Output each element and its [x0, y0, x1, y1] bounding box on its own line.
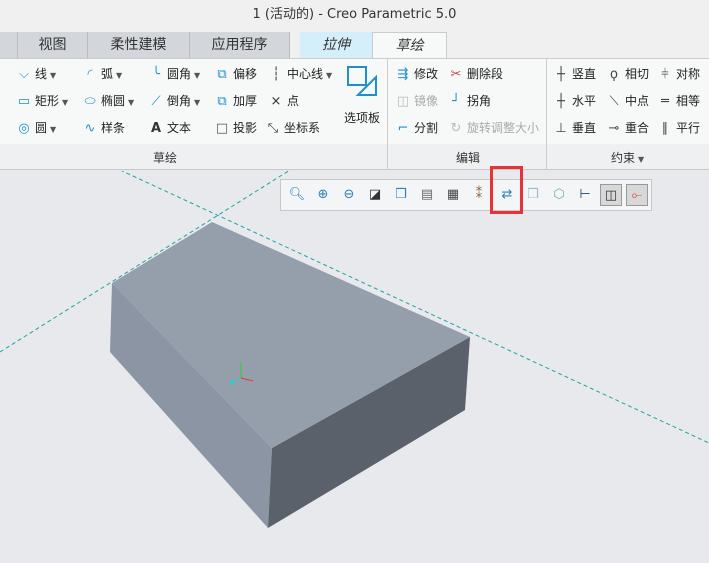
arc-icon: ◜	[87, 67, 93, 82]
repaint-icon[interactable]: ◪	[364, 184, 386, 206]
project-button[interactable]: □ 投影	[214, 117, 257, 139]
delete-segment-button[interactable]: ✂ 删除段	[448, 63, 503, 85]
display-style-icon[interactable]: ❒	[390, 184, 412, 206]
rectangle-icon: ▭	[17, 94, 31, 109]
centerline-button[interactable]: ┆ 中心线 ▼	[268, 63, 332, 85]
tangent-icon: ϙ	[610, 67, 618, 82]
circle-icon: ◎	[18, 121, 30, 136]
corner-button[interactable]: ┘ 拐角	[448, 90, 491, 112]
line-button[interactable]: ⌵ 线 ▼	[16, 63, 56, 85]
parallel-constraint[interactable]: ∥ 平行	[657, 117, 700, 139]
view-manager-icon[interactable]: ▦	[442, 184, 464, 206]
corner-icon: ┘	[452, 94, 460, 109]
point-button[interactable]: × 点	[268, 90, 299, 112]
divider	[387, 58, 388, 170]
text-icon: A	[150, 121, 162, 136]
horizontal-constraint[interactable]: ┼ 水平	[553, 90, 596, 112]
shading-icon[interactable]: ❒	[522, 184, 544, 206]
group-constrain-dropdown[interactable]: 约束 ▼	[611, 149, 644, 166]
midpoint-icon: ⟍	[609, 94, 619, 109]
modify-button[interactable]: ⇶ 修改	[395, 63, 438, 85]
equal-constraint[interactable]: ═ 相等	[657, 90, 700, 112]
zoom-in-icon[interactable]: ⊕	[312, 184, 334, 206]
divide-icon: ⌐	[397, 121, 409, 136]
parallel-icon: ∥	[661, 121, 669, 136]
vertical-icon: ┼	[557, 67, 565, 82]
ellipse-button[interactable]: ⬭ 椭圆 ▼	[82, 90, 134, 112]
spline-button[interactable]: ∿ 样条	[82, 117, 125, 139]
wireframe-icon[interactable]: ⬡	[548, 184, 570, 206]
tab-sketch[interactable]: 草绘	[372, 32, 447, 60]
rotate-resize-button[interactable]: ↻ 旋转调整大小	[448, 117, 539, 139]
coincident-icon: ⊸	[608, 121, 620, 136]
ellipse-icon: ⬭	[84, 94, 96, 109]
fillet-icon: ╰	[152, 67, 160, 82]
divide-button[interactable]: ⌐ 分割	[395, 117, 438, 139]
tab-blank	[0, 32, 18, 59]
view-toolbar: 🔍︎ ⊕ ⊖ ◪ ❒ ▤ ▦ ⁑ ⇄ ❒ ⬡ ⊢ ◫ ⟜	[280, 179, 652, 211]
rotate-resize-icon: ↻	[450, 121, 462, 136]
tab-applications[interactable]: 应用程序	[190, 32, 290, 59]
group-sketch-label: 草绘	[153, 151, 178, 165]
symmetric-constraint[interactable]: ⫩ 对称	[657, 63, 700, 85]
constraint-display-icon[interactable]: ⟜	[626, 184, 648, 206]
arc-button[interactable]: ◜ 弧 ▼	[82, 63, 122, 85]
palette-button[interactable]: 选项板	[342, 63, 384, 125]
point-icon: ×	[270, 94, 282, 109]
tab-view[interactable]: 视图	[18, 32, 88, 59]
highlight-box	[490, 166, 523, 214]
tangent-constraint[interactable]: ϙ 相切	[606, 63, 649, 85]
circle-button[interactable]: ◎ 圆 ▼	[16, 117, 56, 139]
annotation-display-icon[interactable]: ⊢	[574, 184, 596, 206]
palette-icon	[347, 66, 377, 96]
line-icon: ⌵	[19, 67, 29, 82]
text-button[interactable]: A 文本	[148, 117, 191, 139]
group-edit-label: 编辑	[456, 151, 481, 165]
perpendicular-constraint[interactable]: ⊥ 垂直	[553, 117, 596, 139]
ribbon-tabs: 视图 柔性建模 应用程序 拉伸 草绘	[0, 32, 709, 60]
saved-orientations-icon[interactable]: ▤	[416, 184, 438, 206]
zoom-out-icon[interactable]: ⊖	[338, 184, 360, 206]
modify-icon: ⇶	[397, 67, 409, 82]
equal-icon: ═	[661, 94, 669, 109]
graphics-area[interactable]	[0, 171, 709, 563]
coincident-constraint[interactable]: ⊸ 重合	[606, 117, 649, 139]
coordinate-system-button[interactable]: ⤡ 坐标系	[265, 117, 320, 139]
mirror-icon: ◫	[396, 94, 410, 109]
offset-button[interactable]: ⧉ 偏移	[214, 63, 257, 85]
ribbon: ⌵ 线 ▼ ◜ 弧 ▼ ╰ 圆角 ▼ ⧉ 偏移 ┆ 中心线 ▼ ▭ 矩形 ▼ ⬭ 椭圆 ▼ ⟋ 倒角 ▼ ⧉ 加…	[0, 58, 709, 144]
thicken-icon: ⧉	[217, 94, 227, 109]
tab-extrude[interactable]: 拉伸	[300, 32, 372, 59]
group-labels: 草绘 编辑 约束 ▼	[0, 144, 709, 170]
symmetric-icon: ⫩	[661, 67, 669, 82]
sketch-display-icon[interactable]: ◫	[600, 184, 622, 206]
midpoint-constraint[interactable]: ⟍ 中点	[606, 90, 649, 112]
vertical-constraint[interactable]: ┼ 竖直	[553, 63, 596, 85]
offset-icon: ⧉	[217, 67, 227, 82]
delete-segment-icon: ✂	[450, 67, 462, 82]
chamfer-button[interactable]: ⟋ 倒角 ▼	[148, 90, 200, 112]
horizontal-icon: ┼	[557, 94, 565, 109]
spline-icon: ∿	[84, 121, 96, 136]
fillet-button[interactable]: ╰ 圆角 ▼	[148, 63, 200, 85]
window-title: 1 (活动的) - Creo Parametric 5.0	[0, 0, 709, 32]
refit-icon[interactable]: 🔍︎	[286, 184, 308, 206]
perpendicular-icon: ⊥	[555, 121, 567, 136]
chamfer-icon: ⟋	[151, 94, 161, 109]
thicken-button[interactable]: ⧉ 加厚	[214, 90, 257, 112]
project-icon: □	[215, 121, 229, 136]
datum-display-icon[interactable]: ⁑	[468, 184, 490, 206]
centerline-icon: ┆	[272, 67, 280, 82]
rectangle-button[interactable]: ▭ 矩形 ▼	[16, 90, 68, 112]
coordinate-system-icon: ⤡	[267, 121, 279, 136]
divider	[546, 58, 547, 170]
mirror-button[interactable]: ◫ 镜像	[395, 90, 438, 112]
tab-flexible-modeling[interactable]: 柔性建模	[88, 32, 190, 59]
